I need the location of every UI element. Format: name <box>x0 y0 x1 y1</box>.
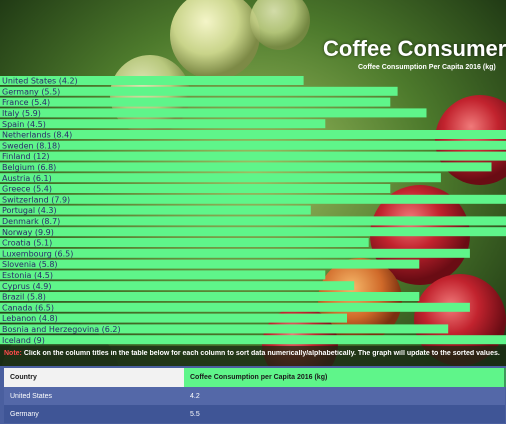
bar-label: Luxembourg (6.5) <box>2 249 73 258</box>
bar-label: Estonia (4.5) <box>2 271 53 280</box>
table-cell-country: United States <box>4 387 184 405</box>
table-cell-country: Germany <box>4 405 184 423</box>
bar-croatia <box>0 238 369 247</box>
bar-label: France (5.4) <box>2 98 50 107</box>
column-header-country[interactable]: Country <box>4 368 184 387</box>
bar-label: Cyprus (4.9) <box>2 282 51 291</box>
bar-norway <box>0 227 506 237</box>
bar-sweden <box>0 140 506 150</box>
sort-note: Note: Click on the column titles in the … <box>4 350 506 357</box>
bar-label: Spain (4.5) <box>2 120 46 129</box>
chart-subtitle: Coffee Consumption Per Capita 2016 (kg) <box>358 64 496 71</box>
table-cell-value: 4.2 <box>184 387 505 405</box>
table-row: Germany 5.5 <box>4 405 505 423</box>
bar-finland <box>0 151 506 161</box>
table-row: United States 4.2 <box>4 387 505 405</box>
table-header-row: Country Coffee Consumption per Capita 20… <box>4 368 506 387</box>
bar-label: Slovenia (5.8) <box>2 260 58 269</box>
bar-italy <box>0 108 427 118</box>
bar-label: Canada (6.5) <box>2 303 54 312</box>
bar-label: Brazil (5.8) <box>2 293 46 302</box>
bar-canada <box>0 302 470 312</box>
bar-label: Denmark (8.7) <box>2 217 60 226</box>
bar-label: Italy (5.9) <box>2 109 41 118</box>
bar-netherlands <box>0 130 506 139</box>
note-text: Click on the column titles in the table … <box>23 350 500 357</box>
column-header-consumption[interactable]: Coffee Consumption per Capita 2016 (kg) <box>184 368 506 387</box>
bar-belgium <box>0 162 492 172</box>
note-label: Note: <box>4 350 22 357</box>
bar-label: Bosnia and Herzegovina (6.2) <box>2 325 121 334</box>
bar-austria <box>0 173 441 183</box>
table-cell-value: 5.5 <box>184 405 505 423</box>
page-title: Coffee Consumers <box>323 36 506 61</box>
bar-label: Austria (6.1) <box>2 174 52 183</box>
bar-label: Lebanon (4.8) <box>2 314 58 323</box>
bar-label: Norway (9.9) <box>2 228 54 237</box>
data-table: Country Coffee Consumption per Capita 20… <box>4 368 506 423</box>
bar-iceland <box>0 335 506 345</box>
bar-slovenia <box>0 259 420 269</box>
bar-label: Switzerland (7.9) <box>2 195 70 204</box>
bar-label: Netherlands (8.4) <box>2 131 72 140</box>
bar-cyprus <box>0 281 355 291</box>
bar-brazil <box>0 292 420 301</box>
bar-label: Portugal (4.3) <box>2 206 57 215</box>
bar-denmark <box>0 216 506 226</box>
bar-label: Greece (5.4) <box>2 185 52 194</box>
bar-label: Germany (5.5) <box>2 87 60 96</box>
bar-group <box>0 76 506 345</box>
bar-label: Iceland (9) <box>2 336 45 345</box>
data-table-container: Country Coffee Consumption per Capita 20… <box>0 366 506 424</box>
bar-france <box>0 97 391 107</box>
bar-label: United States (4.2) <box>2 77 78 86</box>
bar-label: Sweden (8.18) <box>2 141 60 150</box>
bar-label: Belgium (6.8) <box>2 163 56 172</box>
bar-greece <box>0 184 391 193</box>
bar-label: Finland (12) <box>2 152 50 161</box>
bar-spain <box>0 119 326 129</box>
bar-label: Croatia (5.1) <box>2 239 52 248</box>
bar-switzerland <box>0 194 506 204</box>
bar-chart: United States (4.2)Germany (5.5) France (… <box>0 76 506 345</box>
